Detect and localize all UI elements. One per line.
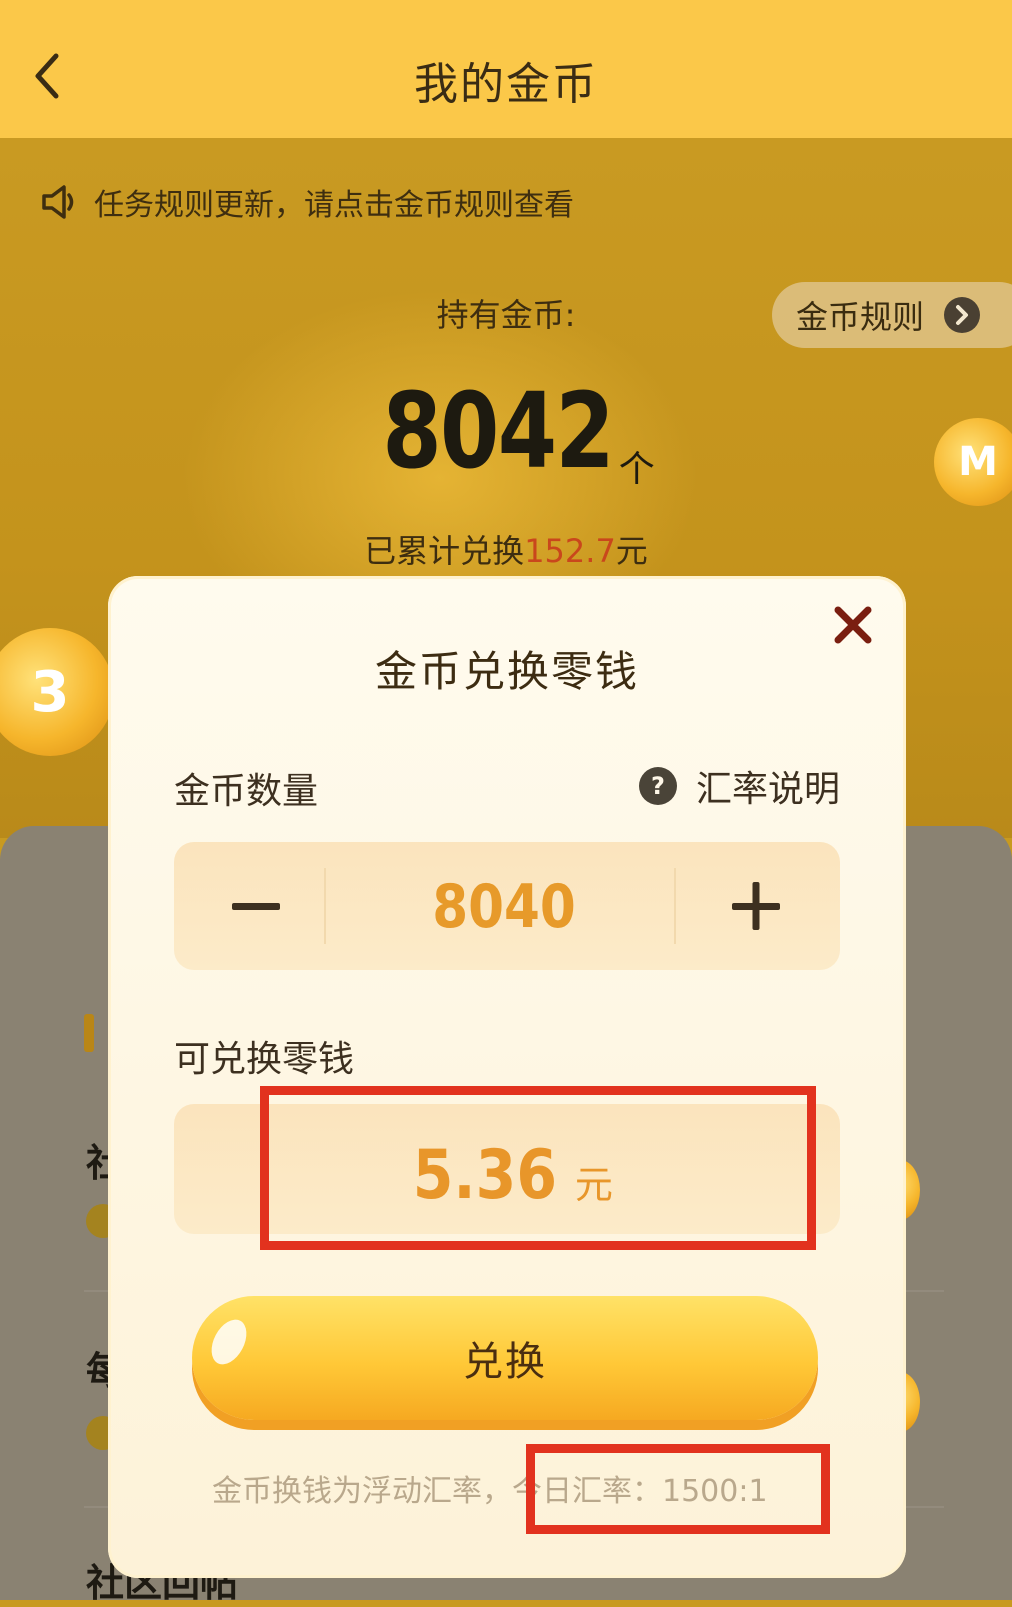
section-marker — [84, 1014, 94, 1052]
coin-decoration-icon: M — [934, 418, 1012, 506]
cumulative-exchanged: 已累计兑换152.7元 — [0, 526, 1012, 572]
speaker-icon — [42, 185, 74, 219]
exchange-button-label: 兑换 — [463, 1339, 547, 1385]
button-shine — [204, 1313, 254, 1371]
coin-balance-value: 8042 — [382, 370, 615, 492]
coin-rules-button[interactable]: 金币规则 — [772, 282, 1012, 348]
page-title: 我的金币 — [414, 59, 598, 110]
change-label: 可兑换零钱 — [174, 1039, 355, 1080]
notice-banner[interactable]: 任务规则更新，请点击金币规则查看 — [38, 178, 574, 226]
plus-icon[interactable] — [714, 866, 798, 946]
cumulative-amount: 152.7 — [524, 532, 616, 570]
coin-balance-unit: 个 — [618, 449, 655, 490]
quantity-label: 金币数量 — [174, 771, 319, 812]
exchange-button[interactable]: 兑换 — [192, 1296, 818, 1420]
modal-title: 金币兑换零钱 — [374, 647, 639, 696]
coin-balance: 8042 个 — [0, 370, 1012, 492]
stepper-divider — [674, 868, 676, 944]
help-icon: ? — [638, 767, 677, 805]
coin-rules-label: 金币规则 — [796, 298, 925, 336]
cumulative-suffix: 元 — [615, 532, 648, 570]
exchange-modal: 金币兑换零钱 金币数量 ? 汇率说明 8040 可兑换零钱 5.36 元 兑换 金… — [108, 576, 906, 1578]
change-highlight-box — [260, 1086, 816, 1250]
quantity-stepper: 8040 — [174, 842, 840, 970]
quantity-value[interactable]: 8040 — [354, 872, 653, 942]
svg-text:?: ? — [651, 772, 665, 800]
cumulative-prefix: 已累计兑换 — [364, 532, 525, 570]
stepper-divider — [324, 868, 326, 944]
rate-info-link[interactable]: ? 汇率说明 — [638, 760, 840, 812]
minus-icon[interactable] — [214, 886, 298, 926]
app-header: 我的金币 — [0, 0, 1012, 138]
rate-highlight-box — [526, 1444, 830, 1534]
chevron-right-icon — [944, 297, 981, 333]
rate-note-prefix: 金币换钱为浮动汇率， — [212, 1474, 512, 1509]
notice-text: 任务规则更新，请点击金币规则查看 — [94, 188, 574, 223]
rate-info-label: 汇率说明 — [695, 769, 840, 810]
